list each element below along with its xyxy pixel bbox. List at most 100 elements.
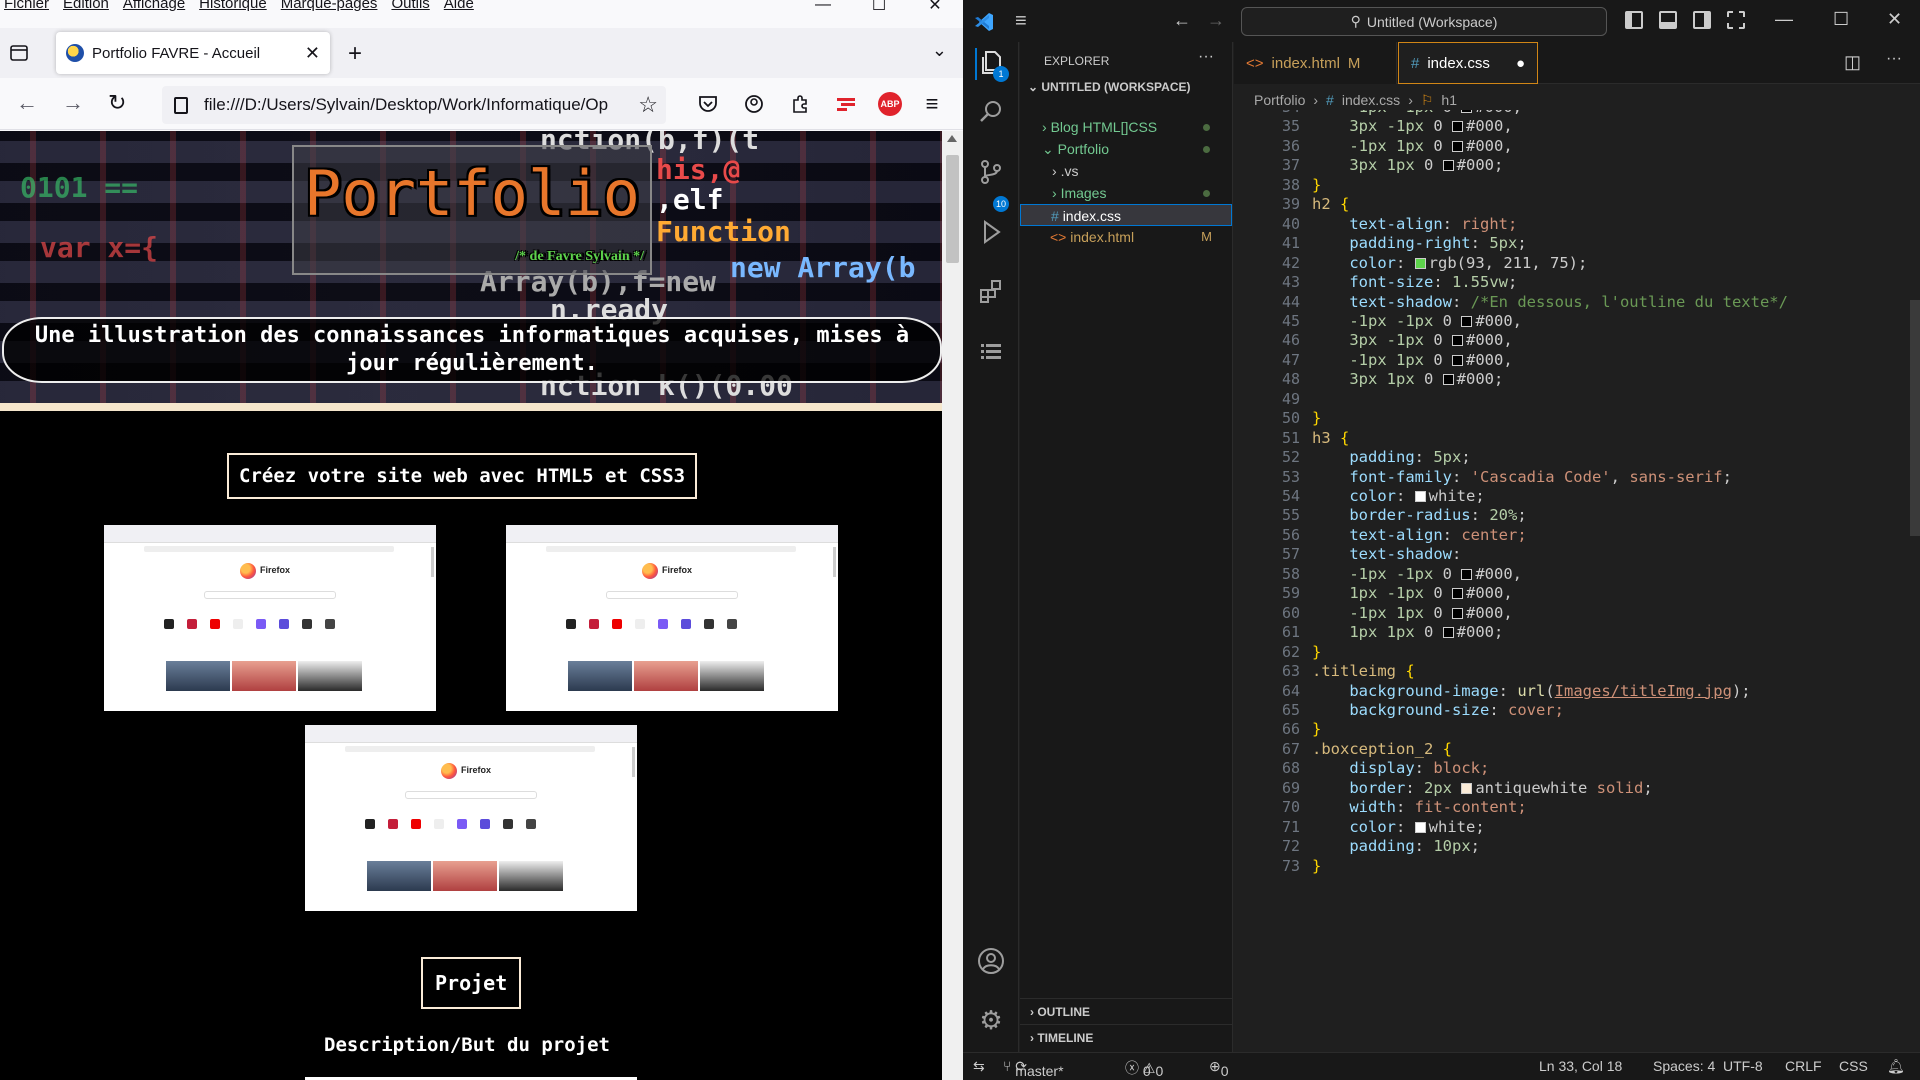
code-line[interactable]: 3px -1px 0 #000,: [1312, 331, 1512, 349]
reload-icon[interactable]: ↻: [108, 90, 126, 116]
code-line[interactable]: text-shadow:: [1312, 545, 1461, 563]
code-line[interactable]: 1px 1px 0 #000;: [1312, 623, 1503, 641]
breadcrumb-file[interactable]: index.css: [1342, 92, 1400, 108]
code-line[interactable]: padding: 5px;: [1312, 448, 1470, 466]
code-line[interactable]: }: [1312, 409, 1321, 427]
code-line[interactable]: -1px 1px 0 #000,: [1312, 137, 1512, 155]
more-actions-icon[interactable]: ···: [1886, 50, 1902, 68]
breadcrumb-symbol[interactable]: h1: [1441, 92, 1457, 108]
timeline-section[interactable]: › TIMELINE: [1020, 1024, 1232, 1050]
toggle-secondary-sidebar-icon[interactable]: [1693, 11, 1711, 29]
maximize-button[interactable]: ☐: [851, 0, 907, 12]
tree-folder-images[interactable]: › Images: [1020, 182, 1232, 204]
minimize-button[interactable]: —: [795, 0, 851, 12]
menu-item[interactable]: Aide: [444, 0, 474, 12]
notifications-bell-icon[interactable]: 🔔︎: [1887, 1058, 1905, 1075]
code-line[interactable]: -1px -1px 0 #000,: [1312, 565, 1522, 583]
unsaved-dot-icon[interactable]: ●: [1516, 55, 1525, 72]
firefox-screenshot-image[interactable]: Firefox: [506, 525, 838, 711]
tab-index-css[interactable]: # index.css ●: [1398, 42, 1538, 84]
code-line[interactable]: 3px 1px 0 #000;: [1312, 370, 1503, 388]
firefox-screenshot-image[interactable]: Firefox: [104, 525, 436, 711]
back-arrow-icon[interactable]: ←: [1173, 10, 1191, 31]
code-line[interactable]: h3 {: [1312, 429, 1349, 447]
language-mode[interactable]: CSS: [1839, 1058, 1868, 1074]
tree-folder-vs[interactable]: › .vs: [1020, 160, 1232, 182]
code-line[interactable]: text-align: right;: [1312, 215, 1517, 233]
menu-item[interactable]: Fichier: [4, 0, 49, 12]
code-editor[interactable]: 34 -1px -1px 0 #000, 35 3px -1px 0 #000, 3…: [1234, 110, 1920, 1052]
back-arrow-icon[interactable]: ←: [16, 90, 38, 116]
command-center-search[interactable]: ⚲ Untitled (Workspace): [1241, 7, 1607, 36]
url-bar[interactable]: file:///D:/Users/Sylvain/Desktop/Work/In…: [162, 86, 666, 124]
outline-section[interactable]: › OUTLINE: [1020, 998, 1232, 1024]
editor-scrollbar[interactable]: [1906, 110, 1920, 1052]
code-line[interactable]: color: white;: [1312, 818, 1484, 836]
code-line[interactable]: font-family: 'Cascadia Code', sans-serif…: [1312, 468, 1732, 486]
code-line[interactable]: -1px -1px 0 #000,: [1312, 312, 1522, 330]
ports-status[interactable]: ⊕ 0: [1209, 1058, 1229, 1079]
toggle-sidebar-icon[interactable]: [1625, 11, 1643, 29]
code-line[interactable]: -1px 1px 0 #000,: [1312, 351, 1512, 369]
menu-item[interactable]: Édition: [63, 0, 109, 12]
code-line[interactable]: background-size: cover;: [1312, 701, 1564, 719]
code-line[interactable]: text-align: center;: [1312, 526, 1526, 544]
source-control-icon[interactable]: [975, 158, 1007, 190]
breadcrumb-folder[interactable]: Portfolio: [1254, 92, 1305, 108]
code-line[interactable]: width: fit-content;: [1312, 798, 1526, 816]
tree-file-index-html[interactable]: <> index.html M: [1020, 226, 1232, 248]
code-line[interactable]: -1px -1px 0 #000,: [1312, 110, 1522, 116]
problems-status[interactable]: ⓧ 0 ⚠ 0: [1125, 1058, 1163, 1079]
app-menu-hamburger-icon[interactable]: ≡: [920, 91, 944, 116]
code-line[interactable]: text-shadow: /*En dessous, l'outline du …: [1312, 293, 1788, 311]
minimize-button[interactable]: —: [1775, 9, 1793, 30]
adblock-plus-icon[interactable]: ABP: [878, 92, 902, 116]
workspace-header[interactable]: ⌄ UNTITLED (WORKSPACE): [1028, 80, 1191, 94]
code-line[interactable]: -1px 1px 0 #000,: [1312, 604, 1512, 622]
accounts-icon[interactable]: [975, 946, 1007, 978]
code-line[interactable]: }: [1312, 176, 1321, 194]
indentation-status[interactable]: Spaces: 4: [1653, 1058, 1715, 1074]
maximize-button[interactable]: ☐: [1833, 9, 1849, 30]
code-line[interactable]: padding: 10px;: [1312, 837, 1480, 855]
cursor-position[interactable]: Ln 33, Col 18: [1539, 1058, 1622, 1074]
list-tabs-chevron-icon[interactable]: ⌄: [932, 40, 947, 61]
extension-red-stripes-icon[interactable]: [834, 92, 858, 116]
search-icon[interactable]: [975, 98, 1007, 130]
tab-index-html[interactable]: <> index.html M: [1234, 42, 1397, 84]
page-scrollbar[interactable]: [942, 131, 963, 1080]
code-line[interactable]: color: rgb(93, 211, 75);: [1312, 254, 1587, 272]
code-line[interactable]: font-size: 1.55vw;: [1312, 273, 1517, 291]
split-editor-icon[interactable]: ◫: [1844, 52, 1861, 73]
bookmark-star-icon[interactable]: ☆: [638, 92, 658, 118]
close-tab-icon[interactable]: ✕: [305, 43, 320, 64]
encoding-status[interactable]: UTF-8: [1723, 1058, 1763, 1074]
new-tab-button[interactable]: +: [348, 40, 362, 68]
code-line[interactable]: display: block;: [1312, 759, 1489, 777]
extensions-icon[interactable]: [975, 278, 1007, 310]
code-line[interactable]: border-radius: 20%;: [1312, 506, 1526, 524]
code-line[interactable]: }: [1312, 643, 1321, 661]
code-line[interactable]: color: white;: [1312, 487, 1484, 505]
code-line[interactable]: padding-right: 5px;: [1312, 234, 1526, 252]
account-icon[interactable]: [742, 92, 766, 116]
code-line[interactable]: 1px -1px 0 #000,: [1312, 584, 1512, 602]
pocket-icon[interactable]: [696, 92, 720, 116]
browser-tab-active[interactable]: Portfolio FAVRE - Accueil ✕: [56, 32, 330, 74]
menu-hamburger-icon[interactable]: ≡: [1015, 10, 1027, 33]
toggle-panel-icon[interactable]: [1659, 11, 1677, 29]
list-view-icon[interactable]: [975, 338, 1007, 370]
menu-item[interactable]: Historique: [199, 0, 267, 12]
close-window-button[interactable]: ✕: [1887, 9, 1902, 30]
more-actions-icon[interactable]: ···: [1198, 48, 1214, 66]
manage-gear-icon[interactable]: ⚙: [975, 1004, 1007, 1036]
remote-icon[interactable]: ⇆: [973, 1058, 985, 1075]
run-debug-icon[interactable]: [975, 218, 1007, 250]
code-line[interactable]: .titleimg {: [1312, 662, 1415, 680]
tree-file-index-css[interactable]: # index.css: [1020, 204, 1232, 226]
code-line[interactable]: }: [1312, 857, 1321, 875]
code-line[interactable]: 3px 1px 0 #000;: [1312, 156, 1503, 174]
code-line[interactable]: 3px -1px 0 #000,: [1312, 117, 1512, 135]
tree-folder-portfolio[interactable]: ⌄ Portfolio: [1020, 138, 1232, 160]
menu-item[interactable]: Affichage: [123, 0, 185, 12]
